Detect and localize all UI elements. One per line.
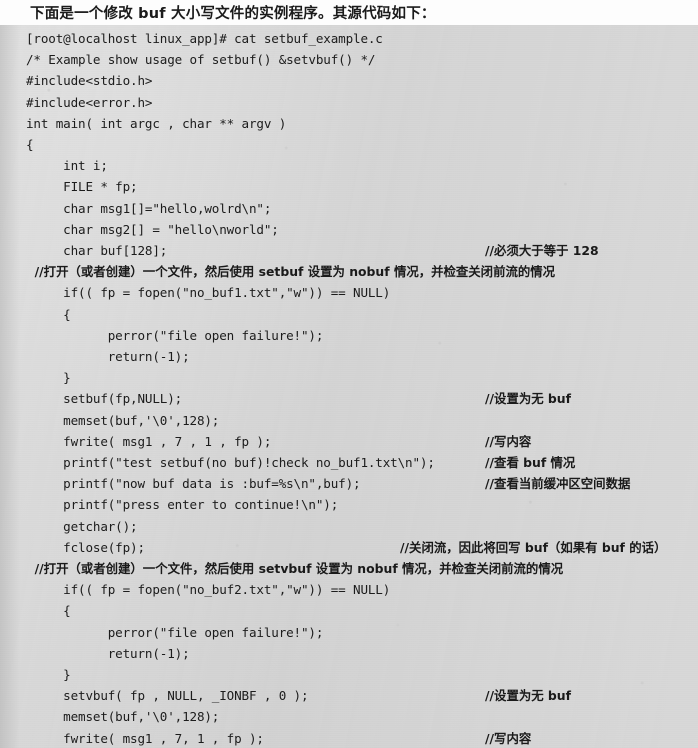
code-line: char msg1[]="hello,wolrd\n"; (0, 198, 698, 219)
code-text: memset(buf,'\0',128); (26, 709, 220, 725)
code-line: memset(buf,'\0',128); (0, 410, 698, 431)
code-comment-line: //打开（或者创建）一个文件，然后使用 setbuf 设置为 nobuf 情况，… (26, 264, 556, 280)
code-comment-line: //打开（或者创建）一个文件，然后使用 setvbuf 设置为 nobuf 情况… (26, 561, 564, 576)
code-text: FILE * fp; (26, 179, 138, 195)
code-text: char msg2[] = "hello\nworld"; (26, 221, 279, 237)
code-line: perror("file open failure!"); (0, 325, 698, 346)
code-text: fwrite( msg1 , 7, 1 , fp ); (26, 730, 264, 746)
code-line: if(( fp = fopen("no_buf1.txt","w")) == N… (0, 282, 698, 303)
code-text: } (26, 667, 71, 682)
code-text: fwrite( msg1 , 7 , 1 , fp ); (26, 433, 272, 449)
code-text: setbuf(fp,NULL); (26, 391, 183, 407)
code-text: #include<stdio.h> (26, 73, 153, 89)
code-inline-comment: //关闭流，因此将回写 buf（如果有 buf 的话） (400, 539, 667, 555)
code-text: char buf[128]; (26, 243, 168, 258)
code-inline-comment: //设置为无 buf (485, 391, 572, 407)
code-line: int i; (0, 155, 698, 176)
code-text: perror("file open failure!"); (26, 327, 324, 343)
code-text: setvbuf( fp , NULL, _IONBF , 0 ); (26, 688, 309, 704)
code-line: fwrite( msg1 , 7 , 1 , fp ); //写内容 (0, 431, 698, 452)
code-text: perror("file open failure!"); (26, 624, 324, 640)
code-text: int i; (26, 158, 108, 174)
code-text: return(-1); (26, 349, 190, 364)
code-line: setvbuf( fp , NULL, _IONBF , 0 ); //设置为无 … (0, 685, 698, 706)
code-inline-comment: //必须大于等于 128 (485, 243, 599, 258)
code-line: printf("press enter to continue!\n"); (0, 494, 698, 515)
code-text: { (26, 603, 71, 619)
code-line: if(( fp = fopen("no_buf2.txt","w")) == N… (0, 579, 698, 600)
code-text: { (26, 306, 71, 322)
code-text: int main( int argc , char ** argv ) (26, 115, 287, 131)
code-text: printf("now buf data is :buf=%s\n",buf); (26, 476, 361, 492)
code-line: } (0, 367, 698, 388)
code-line: int main( int argc , char ** argv ) (0, 113, 698, 134)
code-text: /* Example show usage of setbuf() &setvb… (26, 52, 376, 68)
code-line: } (0, 664, 698, 685)
code-line: getchar(); (0, 516, 698, 537)
code-text: fclose(fp); (26, 539, 145, 555)
page-intro-text: 下面是一个修改 buf 大小写文件的实例程序。其源代码如下： (30, 6, 436, 22)
code-line: perror("file open failure!"); (0, 622, 698, 643)
code-line: char msg2[] = "hello\nworld"; (0, 219, 698, 240)
code-line: #include<stdio.h> (0, 70, 698, 91)
code-line: { (0, 304, 698, 325)
code-text: if(( fp = fopen("no_buf2.txt","w")) == N… (26, 582, 391, 598)
code-line: FILE * fp; (0, 176, 698, 197)
code-text: } (26, 370, 71, 386)
code-line: //打开（或者创建）一个文件，然后使用 setvbuf 设置为 nobuf 情况… (0, 558, 698, 579)
code-text: getchar(); (26, 518, 138, 534)
code-inline-comment: //写内容 (485, 433, 532, 449)
code-line: return(-1); (0, 346, 698, 367)
code-inline-comment: //查看当前缓冲区空间数据 (485, 476, 631, 492)
code-text: printf("test setbuf(no buf)!check no_buf… (26, 455, 435, 470)
code-line: printf("test setbuf(no buf)!check no_buf… (0, 452, 698, 473)
code-line: /* Example show usage of setbuf() &setvb… (0, 49, 698, 70)
code-inline-comment: //写内容 (485, 730, 532, 746)
code-line: fclose(fp); //关闭流，因此将回写 buf（如果有 buf 的话） (0, 537, 698, 558)
code-line: setbuf(fp,NULL); //设置为无 buf (0, 388, 698, 409)
intro-heading-bar: 下面是一个修改 buf 大小写文件的实例程序。其源代码如下： (0, 0, 698, 25)
code-text: return(-1); (26, 645, 190, 661)
code-line: //打开（或者创建）一个文件，然后使用 setbuf 设置为 nobuf 情况，… (0, 261, 698, 282)
code-text: { (26, 137, 34, 152)
code-line: memset(buf,'\0',128); (0, 706, 698, 727)
code-line: char buf[128]; //必须大于等于 128 (0, 240, 698, 261)
code-line: { (0, 134, 698, 155)
code-text: [root@localhost linux_app]# cat setbuf_e… (26, 31, 383, 46)
code-text: char msg1[]="hello,wolrd\n"; (26, 200, 272, 216)
code-line: fwrite( msg1 , 7, 1 , fp ); //写内容 (0, 728, 698, 748)
code-text: #include<error.h> (26, 94, 153, 110)
code-line: { (0, 600, 698, 621)
code-text: if(( fp = fopen("no_buf1.txt","w")) == N… (26, 285, 391, 301)
code-text: printf("press enter to continue!\n"); (26, 497, 339, 513)
code-line: printf("now buf data is :buf=%s\n",buf);… (0, 473, 698, 494)
code-inline-comment: //设置为无 buf (485, 688, 572, 704)
code-line: #include<error.h> (0, 92, 698, 113)
code-text: memset(buf,'\0',128); (26, 412, 220, 428)
code-line: return(-1); (0, 643, 698, 664)
code-line: [root@localhost linux_app]# cat setbuf_e… (0, 28, 698, 49)
source-code-listing: [root@localhost linux_app]# cat setbuf_e… (0, 25, 698, 748)
code-inline-comment: //查看 buf 情况 (485, 455, 576, 470)
